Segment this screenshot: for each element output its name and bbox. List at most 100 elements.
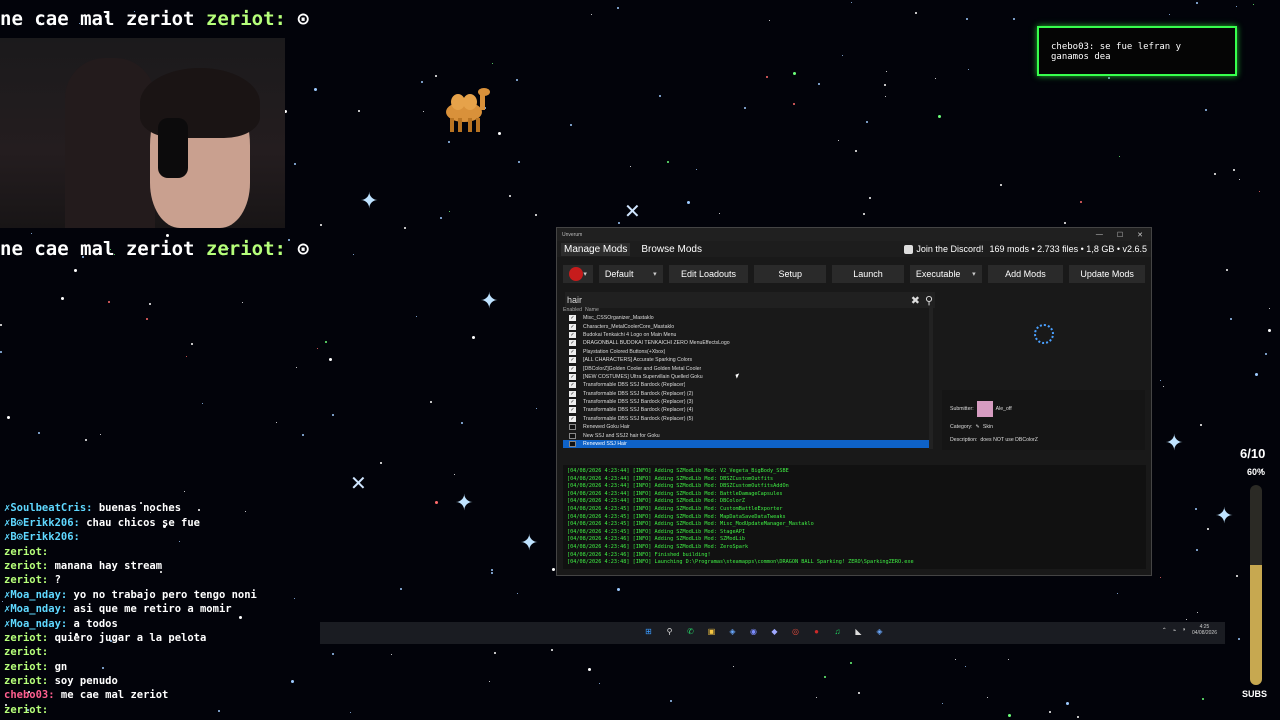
category-icon: ✎ — [975, 424, 980, 430]
description-label: Description: — [950, 437, 978, 443]
app-icon[interactable]: ◆ — [768, 625, 781, 638]
star — [166, 234, 170, 238]
star — [1199, 424, 1202, 427]
chat-banner-top: ne cae mal zeriot zeriot: ⊙ — [0, 8, 309, 30]
chat-text: me cae mal zeriot — [60, 689, 169, 702]
unverum-icon[interactable]: ◣ — [852, 625, 865, 638]
clear-search-icon[interactable]: ✖ — [911, 294, 920, 307]
chevron-down-icon: ▾ — [972, 271, 976, 278]
star — [1225, 268, 1228, 271]
mod-enabled-checkbox[interactable]: ✓ — [569, 357, 576, 364]
add-mods-button[interactable]: Add Mods — [987, 265, 1064, 283]
star — [868, 196, 871, 199]
mod-enabled-checkbox[interactable]: ✓ — [569, 315, 576, 322]
search-icon[interactable]: ⚲ — [925, 294, 933, 307]
star — [687, 200, 691, 204]
chat-text: quiero jugar a la pelota — [54, 631, 207, 644]
star — [550, 648, 553, 651]
chat-username: zeriot: — [4, 559, 49, 572]
edit-loadouts-button[interactable]: Edit Loadouts — [668, 265, 749, 283]
mod-enabled-checkbox[interactable]: ✓ — [569, 390, 576, 397]
mod-enabled-checkbox[interactable]: ✓ — [569, 407, 576, 414]
mod-enabled-checkbox[interactable] — [569, 432, 576, 439]
chevron-down-icon: ▾ — [653, 271, 657, 278]
clock[interactable]: 4:25 04/08/2026 — [1192, 624, 1217, 636]
mod-enabled-checkbox[interactable]: ✓ — [569, 365, 576, 372]
mod-row[interactable]: ✓ [ALL CHARACTERS] Accurate Sparking Colo… — [563, 356, 929, 364]
chevron-up-icon[interactable]: ⌃ — [1162, 627, 1167, 634]
executable-dropdown[interactable]: Executable ▾ — [909, 265, 982, 283]
star — [1239, 179, 1241, 181]
mod-enabled-checkbox[interactable]: ✓ — [569, 382, 576, 389]
steam-icon[interactable]: ◈ — [726, 625, 739, 638]
sub-goal-count: 6/10 — [1240, 446, 1266, 461]
emote-icon: ⊙ — [297, 8, 309, 30]
mod-enabled-checkbox[interactable]: ✓ — [569, 331, 576, 338]
mod-enabled-checkbox[interactable]: ✓ — [569, 323, 576, 330]
mod-row[interactable]: Renewed SSJ Hair — [563, 439, 929, 449]
star — [472, 336, 476, 340]
mod-row[interactable]: ✓ Transformable DBS SSJ Bardock (Replacer… — [563, 381, 929, 389]
mod-row[interactable]: ✓ Transformable DBS SSJ Bardock (Replacer… — [563, 415, 929, 423]
mod-row[interactable]: ✓ [DBColorZ]Golden Cooler and Golden Meta… — [563, 364, 929, 372]
column-name[interactable]: Name — [585, 307, 599, 313]
mod-name: Transformable DBS SSJ Bardock (Replacer)… — [583, 415, 694, 422]
whatsapp-icon[interactable]: ✆ — [684, 625, 697, 638]
search-icon[interactable]: ⚲ — [663, 625, 676, 638]
mod-row[interactable]: ✓ DRAGONBALL BUDOKAI TENKAICHI ZERO MenuE… — [563, 339, 929, 347]
update-mods-button[interactable]: Update Mods — [1069, 265, 1146, 283]
mod-list-scrollbar[interactable] — [929, 306, 933, 449]
mod-row[interactable]: ✓ Characters_MetalCoolerCore_Mastaklo — [563, 322, 929, 330]
minimize-button[interactable]: — — [1096, 231, 1103, 239]
mod-enabled-checkbox[interactable]: ✓ — [569, 399, 576, 406]
tab-manage-mods[interactable]: Manage Mods — [561, 242, 631, 256]
category-label: Category: — [950, 424, 973, 430]
star — [1229, 318, 1232, 321]
discord-link[interactable]: Join the Discord! — [904, 244, 983, 254]
mod-row[interactable]: New SSJ and SSJ2 hair for Goku — [563, 431, 929, 439]
mod-enabled-checkbox[interactable]: ✓ — [569, 348, 576, 355]
mod-row[interactable]: ✓ Transformable DBS SSJ Bardock (Replacer… — [563, 390, 929, 398]
chrome-icon[interactable]: ◎ — [789, 625, 802, 638]
discord-icon — [904, 244, 914, 254]
mod-row[interactable]: ✓ Budokai Tenkaichi 4 Logo on Main Menu — [563, 331, 929, 339]
setup-button[interactable]: Setup — [754, 265, 827, 283]
mod-enabled-checkbox[interactable]: ✓ — [569, 373, 576, 380]
discord-icon[interactable]: ◉ — [747, 625, 760, 638]
network-icon[interactable]: ⌁ — [1173, 627, 1177, 634]
mod-name: DRAGONBALL BUDOKAI TENKAICHI ZERO MenuEf… — [583, 340, 730, 347]
mod-enabled-checkbox[interactable]: ✓ — [569, 340, 576, 347]
chat-username: ✗Moa_nday: — [4, 588, 68, 601]
mod-enabled-checkbox[interactable] — [569, 424, 576, 431]
maximize-button[interactable]: ☐ — [1117, 231, 1123, 239]
mod-row[interactable]: ✓ Transformable DBS SSJ Bardock (Replacer… — [563, 398, 929, 406]
mod-row[interactable]: ✓ Misc_CSSOrganizer_Mastaklo — [563, 314, 929, 322]
steam2-icon[interactable]: ◈ — [873, 625, 886, 638]
star — [841, 55, 843, 57]
close-button[interactable]: ✕ — [1137, 231, 1143, 239]
submitter-name[interactable]: Ale_off — [996, 406, 1012, 412]
obs-icon[interactable]: ● — [810, 625, 823, 638]
star — [1255, 372, 1259, 376]
folder-icon[interactable]: ▣ — [705, 625, 718, 638]
windows-icon[interactable]: ⊞ — [642, 625, 655, 638]
star — [718, 212, 720, 214]
profile-dropdown[interactable]: ▾ — [563, 265, 593, 283]
loadout-select[interactable]: Default ▾ — [598, 265, 663, 283]
mod-name: [ALL CHARACTERS] Accurate Sparking Color… — [583, 357, 693, 364]
column-enabled[interactable]: Enabled — [563, 307, 585, 313]
mod-enabled-checkbox[interactable]: ✓ — [569, 415, 576, 422]
mod-row[interactable]: Renewed Goku Hair — [563, 423, 929, 431]
tab-browse-mods[interactable]: Browse Mods — [638, 243, 705, 256]
mod-row[interactable]: ✓ [NEW COSTUMES] Ultra Supervillain Quell… — [563, 373, 929, 381]
mod-enabled-checkbox[interactable] — [569, 441, 576, 448]
star — [1236, 575, 1239, 578]
search-input[interactable]: hair — [567, 295, 582, 305]
mod-row[interactable]: ✓ Transformable DBS SSJ Bardock (Replacer… — [563, 406, 929, 414]
webcam-feed — [0, 38, 285, 228]
launch-button[interactable]: Launch — [832, 265, 904, 283]
volume-icon[interactable]: ◗ — [1182, 627, 1186, 633]
chat-text: ? — [54, 574, 61, 587]
spotify-icon[interactable]: ♫ — [831, 625, 844, 638]
mod-row[interactable]: ✓ Playstation Colored Buttons(+Xbox) — [563, 348, 929, 356]
